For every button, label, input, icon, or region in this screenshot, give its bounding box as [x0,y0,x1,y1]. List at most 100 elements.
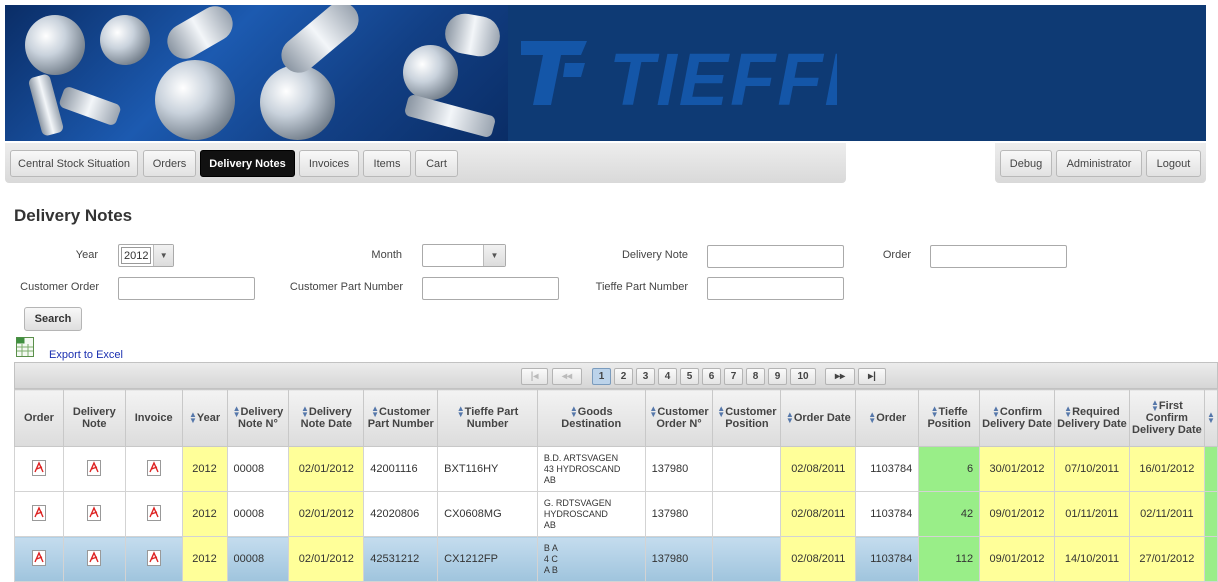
order-pdf-icon[interactable] [14,491,64,537]
column-header[interactable]: ▲ ▼Order Date [780,389,857,447]
administrator-button[interactable]: Administrator [1056,150,1142,177]
table-row[interactable]: 2012 00008 02/01/2012 42531212 CX1212FP B A4 … [14,536,1218,582]
nav-central-stock[interactable]: Central Stock Situation [10,150,138,177]
column-header[interactable]: ▲ ▼Required Delivery Date [1054,389,1130,447]
cell-tieffe-part: BXT116HY [437,446,538,492]
pdf-icon[interactable] [87,549,102,566]
sort-icon: ▲ ▼ [569,404,578,420]
nav-items[interactable]: Items [363,150,411,177]
cell-customer-position [712,446,782,492]
invoice-pdf-icon[interactable] [124,446,183,492]
nav-delivery-notes[interactable]: Delivery Notes [200,150,295,177]
column-header-label: Customer Position [725,405,777,431]
cell-tieffe-part: CX0608MG [437,491,538,537]
customer-order-label: Customer Order [20,281,99,293]
invoice-pdf-icon[interactable] [124,536,183,582]
table-row[interactable]: 2012 00008 02/01/2012 42001116 BXT116HY B.D. … [14,446,1218,492]
page-button[interactable]: 8 [746,368,765,385]
column-header[interactable]: ▲ ▼Order [855,389,920,447]
customer-order-input[interactable] [118,277,255,300]
pdf-icon[interactable] [87,504,102,521]
page-button[interactable]: 6 [702,368,721,385]
column-header-label: Customer Order N° [656,405,709,431]
delivery-notes-table: Order Delivery Note Invoice ▲ ▼Year ▲ ▼Del… [14,389,1218,582]
page-button[interactable]: 5 [680,368,699,385]
logout-button[interactable]: Logout [1146,150,1201,177]
first-page-button[interactable]: |◂ [521,368,548,385]
delivery-note-pdf-icon[interactable] [62,491,126,537]
column-header-label: Tieffe Part Number [464,405,519,431]
destination-line: HYDROSCAND [543,508,608,519]
column-header[interactable]: ▲ ▼First Confirm Delivery Date [1128,389,1205,447]
nav-cart[interactable]: Cart [415,150,458,177]
next-page-button[interactable]: ▸▸ [825,368,855,385]
delivery-note-pdf-icon[interactable] [62,536,126,582]
page-button[interactable]: 2 [614,368,633,385]
column-header[interactable]: ▲ ▼Customer Part Number [363,389,439,447]
column-header[interactable]: ▲ ▼Tieffe Position [918,389,981,447]
pdf-icon[interactable] [146,549,161,566]
order-pdf-icon[interactable] [14,536,64,582]
delivery-note-pdf-icon[interactable] [62,446,126,492]
table-row[interactable]: 2012 00008 02/01/2012 42020806 CX0608MG G. RD… [14,491,1218,537]
column-header[interactable]: ▲ ▼Customer Order N° [644,389,714,447]
pdf-icon[interactable] [146,504,161,521]
cell-delivery-note-date: 02/01/2012 [288,536,365,582]
nav-invoices[interactable]: Invoices [299,150,359,177]
pdf-icon[interactable] [31,549,46,566]
column-header[interactable]: ▲ ▼Year [181,389,228,447]
customer-part-input[interactable] [422,277,559,300]
column-header[interactable]: ▲ ▼Customer Position [712,389,782,447]
column-header-overflow: ▲ ▼ [1203,389,1218,447]
page-button[interactable]: 3 [636,368,655,385]
cell-required-date: 01/11/2011 [1054,491,1130,537]
column-header-label: Delivery Note Date [300,405,352,431]
page-button[interactable]: 10 [790,368,816,385]
pdf-icon[interactable] [31,459,46,476]
cell-delivery-note-date: 02/01/2012 [288,446,365,492]
cell-overflow [1203,446,1218,492]
export-to-excel-link[interactable]: Export to Excel [49,349,123,361]
banner-photo [5,5,508,141]
excel-icon[interactable] [16,337,34,357]
debug-button[interactable]: Debug [1000,150,1052,177]
cell-year: 2012 [181,536,228,582]
cell-goods-destination: G. RDTSVAGEN HYDROSCAND AB [536,491,646,537]
column-header[interactable]: ▲ ▼Tieffe Part Number [437,389,538,447]
year-select[interactable]: 2012 ▼ [118,244,174,267]
page-button[interactable]: 9 [768,368,787,385]
pdf-icon[interactable] [146,459,161,476]
page-button[interactable]: 1 [592,368,611,385]
column-header[interactable]: ▲ ▼Confirm Delivery Date [979,389,1055,447]
column-header[interactable]: ▲ ▼Delivery Note Date [288,389,365,447]
delivery-note-input[interactable] [707,245,844,268]
chevron-down-icon[interactable]: ▼ [483,245,505,266]
chevron-down-icon[interactable]: ▼ [153,245,173,266]
page-button[interactable]: 7 [724,368,743,385]
sort-icon: ▲ ▼ [371,404,379,420]
sort-icon: ▲ ▼ [930,404,939,420]
cell-order-date: 02/08/2011 [780,446,857,492]
order-pdf-icon[interactable] [14,446,64,492]
column-header[interactable]: ▲ ▼Goods Destination [536,389,646,447]
cell-year: 2012 [181,491,228,537]
nav-orders[interactable]: Orders [143,150,196,177]
tieffe-part-input[interactable] [707,277,844,300]
cell-order: 1103784 [855,536,920,582]
customer-part-label: Customer Part Number [289,281,403,293]
prev-page-button[interactable]: ◂◂ [552,368,582,385]
cell-order-date: 02/08/2011 [780,491,857,537]
page-button[interactable]: 4 [658,368,677,385]
order-input[interactable] [930,245,1067,268]
cell-delivery-note-no: 00008 [226,536,290,582]
pdf-icon[interactable] [87,459,102,476]
invoice-pdf-icon[interactable] [124,491,183,537]
month-select[interactable]: ▼ [422,244,506,267]
cell-goods-destination: B.D. ARTSVAGEN 43 HYDROSCAND AB [536,446,646,492]
pdf-icon[interactable] [31,504,46,521]
cell-delivery-note-no: 00008 [226,446,290,492]
search-button[interactable]: Search [24,307,82,331]
column-header[interactable]: ▲ ▼Delivery Note N° [226,389,290,447]
sort-icon: ▲ ▼ [300,404,309,420]
last-page-button[interactable]: ▸| [858,368,886,385]
